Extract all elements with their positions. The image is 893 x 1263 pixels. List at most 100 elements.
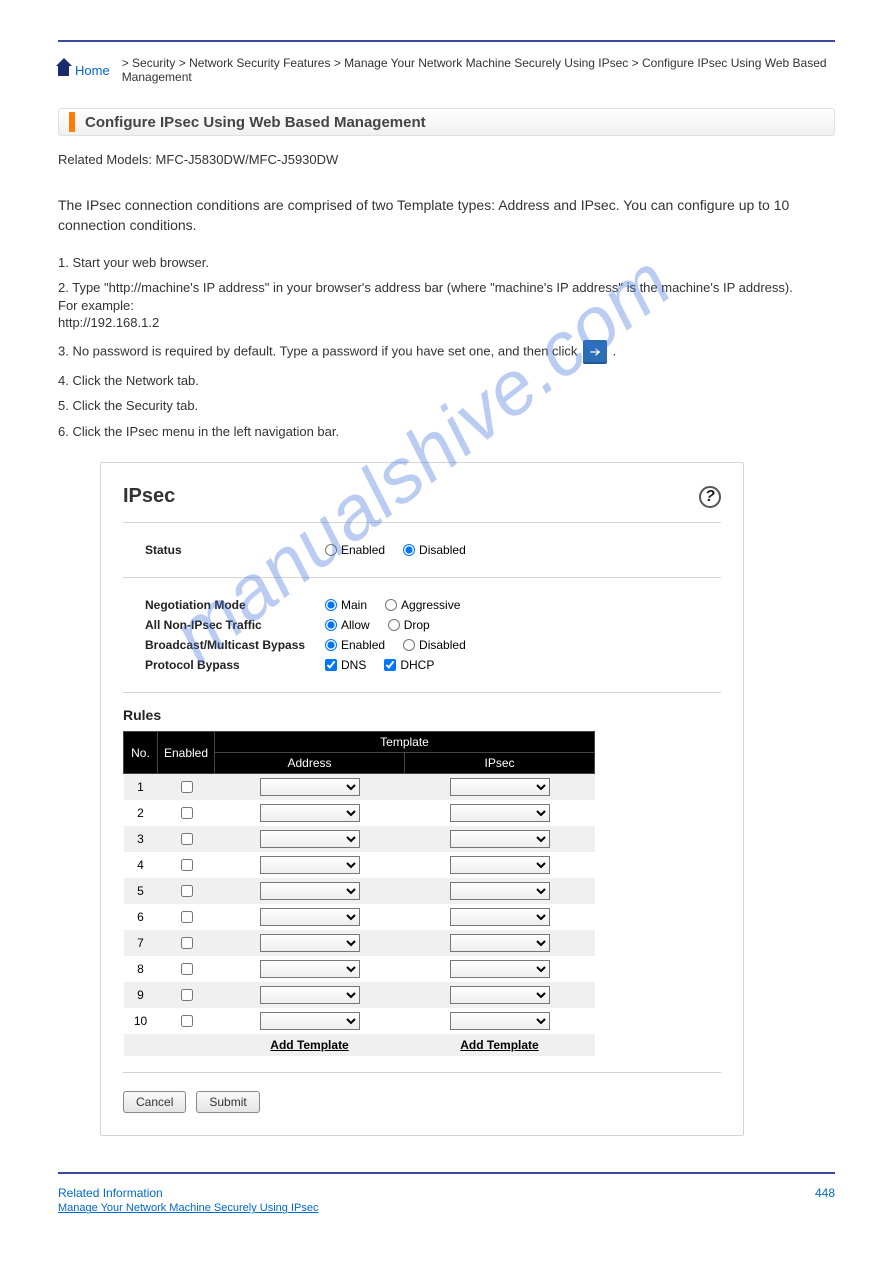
cancel-button[interactable]: Cancel	[123, 1091, 186, 1113]
row-enabled-checkbox[interactable]	[181, 833, 193, 845]
protocol-bypass-label: Protocol Bypass	[145, 658, 325, 672]
table-row: 4	[124, 852, 595, 878]
row-address-select[interactable]	[260, 882, 360, 900]
table-row: 5	[124, 878, 595, 904]
section-title: Configure IPsec Using Web Based Manageme…	[85, 114, 426, 131]
negotiation-main-option[interactable]: Main	[325, 598, 367, 612]
row-address-select[interactable]	[260, 830, 360, 848]
step-1: 1. Start your web browser.	[58, 254, 835, 272]
protocol-dns-checkbox[interactable]: DNS	[325, 658, 366, 672]
row-no: 8	[124, 956, 158, 982]
row-enabled-checkbox[interactable]	[181, 989, 193, 1001]
row-no: 1	[124, 774, 158, 801]
row-address-select[interactable]	[260, 778, 360, 796]
row-ipsec-select[interactable]	[450, 882, 550, 900]
table-row: 6	[124, 904, 595, 930]
th-no: No.	[124, 732, 158, 774]
negotiation-aggressive-option[interactable]: Aggressive	[385, 598, 460, 612]
row-enabled-checkbox[interactable]	[181, 1015, 193, 1027]
row-ipsec-select[interactable]	[450, 908, 550, 926]
footer: Related Information Manage Your Network …	[58, 1172, 835, 1214]
row-no: 6	[124, 904, 158, 930]
table-row: 10	[124, 1008, 595, 1034]
step-3: 3. No password is required by default. T…	[58, 340, 835, 364]
row-ipsec-select[interactable]	[450, 960, 550, 978]
table-row: 1	[124, 774, 595, 801]
bypass-label: Broadcast/Multicast Bypass	[145, 638, 325, 652]
step-6: 6. Click the IPsec menu in the left navi…	[58, 423, 835, 441]
row-enabled-checkbox[interactable]	[181, 807, 193, 819]
submit-button[interactable]: Submit	[196, 1091, 259, 1113]
traffic-allow-option[interactable]: Allow	[325, 618, 370, 632]
row-enabled-checkbox[interactable]	[181, 937, 193, 949]
row-ipsec-select[interactable]	[450, 830, 550, 848]
ipsec-panel: manualshive.com IPsec ? Status Enabled D…	[100, 462, 744, 1136]
row-no: 10	[124, 1008, 158, 1034]
top-rule	[58, 40, 835, 42]
bypass-enabled-option[interactable]: Enabled	[325, 638, 385, 652]
row-ipsec-select[interactable]	[450, 856, 550, 874]
row-no: 7	[124, 930, 158, 956]
th-ipsec: IPsec	[405, 753, 595, 774]
bypass-disabled-option[interactable]: Disabled	[403, 638, 466, 652]
row-no: 2	[124, 800, 158, 826]
row-address-select[interactable]	[260, 908, 360, 926]
row-no: 5	[124, 878, 158, 904]
row-address-select[interactable]	[260, 1012, 360, 1030]
breadcrumb-home[interactable]: Home	[75, 63, 110, 78]
options-section: Negotiation Mode Main Aggressive All Non…	[123, 578, 721, 693]
th-enabled: Enabled	[157, 732, 214, 774]
step-4: 4. Click the Network tab.	[58, 372, 835, 390]
row-ipsec-select[interactable]	[450, 986, 550, 1004]
traffic-label: All Non-IPsec Traffic	[145, 618, 325, 632]
row-ipsec-select[interactable]	[450, 804, 550, 822]
th-template: Template	[215, 732, 595, 753]
add-template-ipsec-link[interactable]: Add Template	[460, 1038, 538, 1052]
steps-list: 1. Start your web browser. 2. Type "http…	[58, 254, 835, 441]
add-template-address-link[interactable]: Add Template	[270, 1038, 348, 1052]
related-models: Related Models: MFC-J5830DW/MFC-J5930DW	[58, 152, 835, 167]
row-address-select[interactable]	[260, 960, 360, 978]
breadcrumb: Home > Security > Network Security Featu…	[58, 56, 835, 84]
row-enabled-checkbox[interactable]	[181, 859, 193, 871]
row-enabled-checkbox[interactable]	[181, 963, 193, 975]
row-no: 3	[124, 826, 158, 852]
row-enabled-checkbox[interactable]	[181, 781, 193, 793]
status-label: Status	[145, 543, 325, 557]
step-5: 5. Click the Security tab.	[58, 397, 835, 415]
row-no: 4	[124, 852, 158, 878]
panel-title: IPsec	[123, 485, 175, 508]
related-link[interactable]: Manage Your Network Machine Securely Usi…	[58, 1202, 318, 1214]
row-no: 9	[124, 982, 158, 1008]
status-enabled-option[interactable]: Enabled	[325, 543, 385, 557]
traffic-drop-option[interactable]: Drop	[388, 618, 430, 632]
negotiation-label: Negotiation Mode	[145, 598, 325, 612]
help-icon[interactable]: ?	[699, 486, 721, 508]
rules-heading: Rules	[123, 707, 721, 723]
row-ipsec-select[interactable]	[450, 1012, 550, 1030]
table-row: 7	[124, 930, 595, 956]
step-2: 2. Type "http://machine's IP address" in…	[58, 279, 835, 332]
home-icon	[58, 64, 69, 76]
status-section: Status Enabled Disabled	[123, 523, 721, 578]
related-heading: Related Information	[58, 1186, 318, 1200]
row-address-select[interactable]	[260, 856, 360, 874]
table-row: 2	[124, 800, 595, 826]
intro-text: The IPsec connection conditions are comp…	[58, 195, 835, 236]
row-enabled-checkbox[interactable]	[181, 911, 193, 923]
go-arrow-icon	[583, 340, 607, 364]
accent-bar	[69, 112, 75, 132]
protocol-dhcp-checkbox[interactable]: DHCP	[384, 658, 434, 672]
th-address: Address	[215, 753, 405, 774]
status-disabled-option[interactable]: Disabled	[403, 543, 466, 557]
row-ipsec-select[interactable]	[450, 778, 550, 796]
row-ipsec-select[interactable]	[450, 934, 550, 952]
row-address-select[interactable]	[260, 804, 360, 822]
table-row: 9	[124, 982, 595, 1008]
row-enabled-checkbox[interactable]	[181, 885, 193, 897]
row-address-select[interactable]	[260, 986, 360, 1004]
table-row: 3	[124, 826, 595, 852]
row-address-select[interactable]	[260, 934, 360, 952]
rules-table: No. Enabled Template Address IPsec 12345…	[123, 731, 595, 1056]
section-title-bar: Configure IPsec Using Web Based Manageme…	[58, 108, 835, 136]
